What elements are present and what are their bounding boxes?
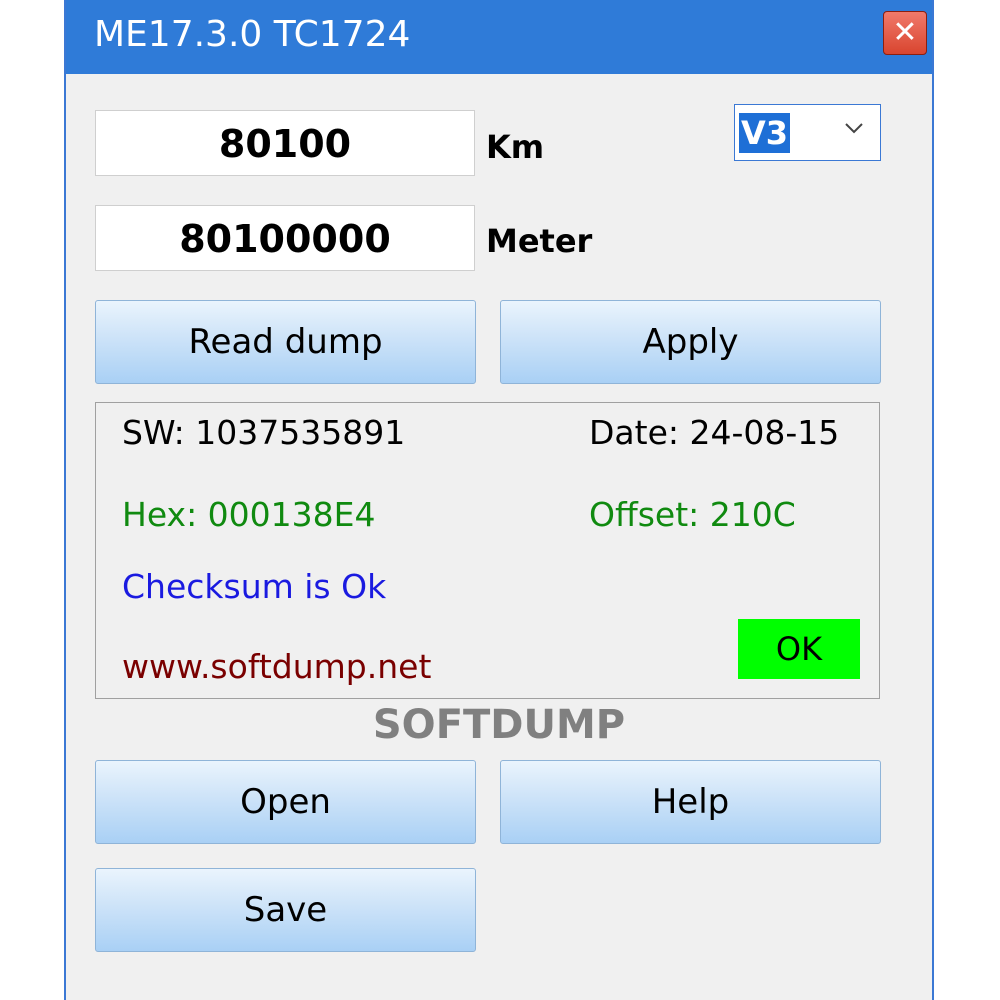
date-label: Date: 24-08-15 bbox=[589, 413, 840, 452]
version-selected-value: V3 bbox=[739, 113, 791, 153]
read-dump-button[interactable]: Read dump bbox=[95, 300, 476, 384]
km-input[interactable]: 80100 bbox=[95, 110, 475, 176]
hex-value: Hex: 000138E4 bbox=[122, 495, 376, 534]
close-icon: ✕ bbox=[892, 15, 918, 50]
window-title: ME17.3.0 TC1724 bbox=[94, 14, 411, 55]
software-number: SW: 1037535891 bbox=[122, 413, 406, 452]
brand-label: SOFTDUMP bbox=[372, 702, 626, 748]
apply-button[interactable]: Apply bbox=[500, 300, 881, 384]
title-bar: ME17.3.0 TC1724 ✕ bbox=[66, 0, 932, 74]
info-panel: SW: 1037535891 Date: 24-08-15 Hex: 00013… bbox=[95, 402, 880, 699]
website-link[interactable]: www.softdump.net bbox=[122, 647, 431, 686]
chevron-down-icon bbox=[843, 117, 865, 145]
help-button[interactable]: Help bbox=[500, 760, 881, 844]
version-dropdown[interactable]: V3 bbox=[734, 104, 881, 161]
meter-input[interactable]: 80100000 bbox=[95, 205, 475, 271]
save-button[interactable]: Save bbox=[95, 868, 476, 952]
status-badge: OK bbox=[738, 619, 860, 679]
meter-unit-label: Meter bbox=[486, 222, 593, 260]
open-button[interactable]: Open bbox=[95, 760, 476, 844]
close-button[interactable]: ✕ bbox=[883, 11, 927, 55]
offset-value: Offset: 210C bbox=[589, 495, 796, 534]
app-window: ME17.3.0 TC1724 ✕ 80100 Km V3 80100000 M… bbox=[64, 0, 934, 1000]
checksum-status: Checksum is Ok bbox=[122, 567, 387, 606]
km-unit-label: Km bbox=[486, 128, 545, 166]
